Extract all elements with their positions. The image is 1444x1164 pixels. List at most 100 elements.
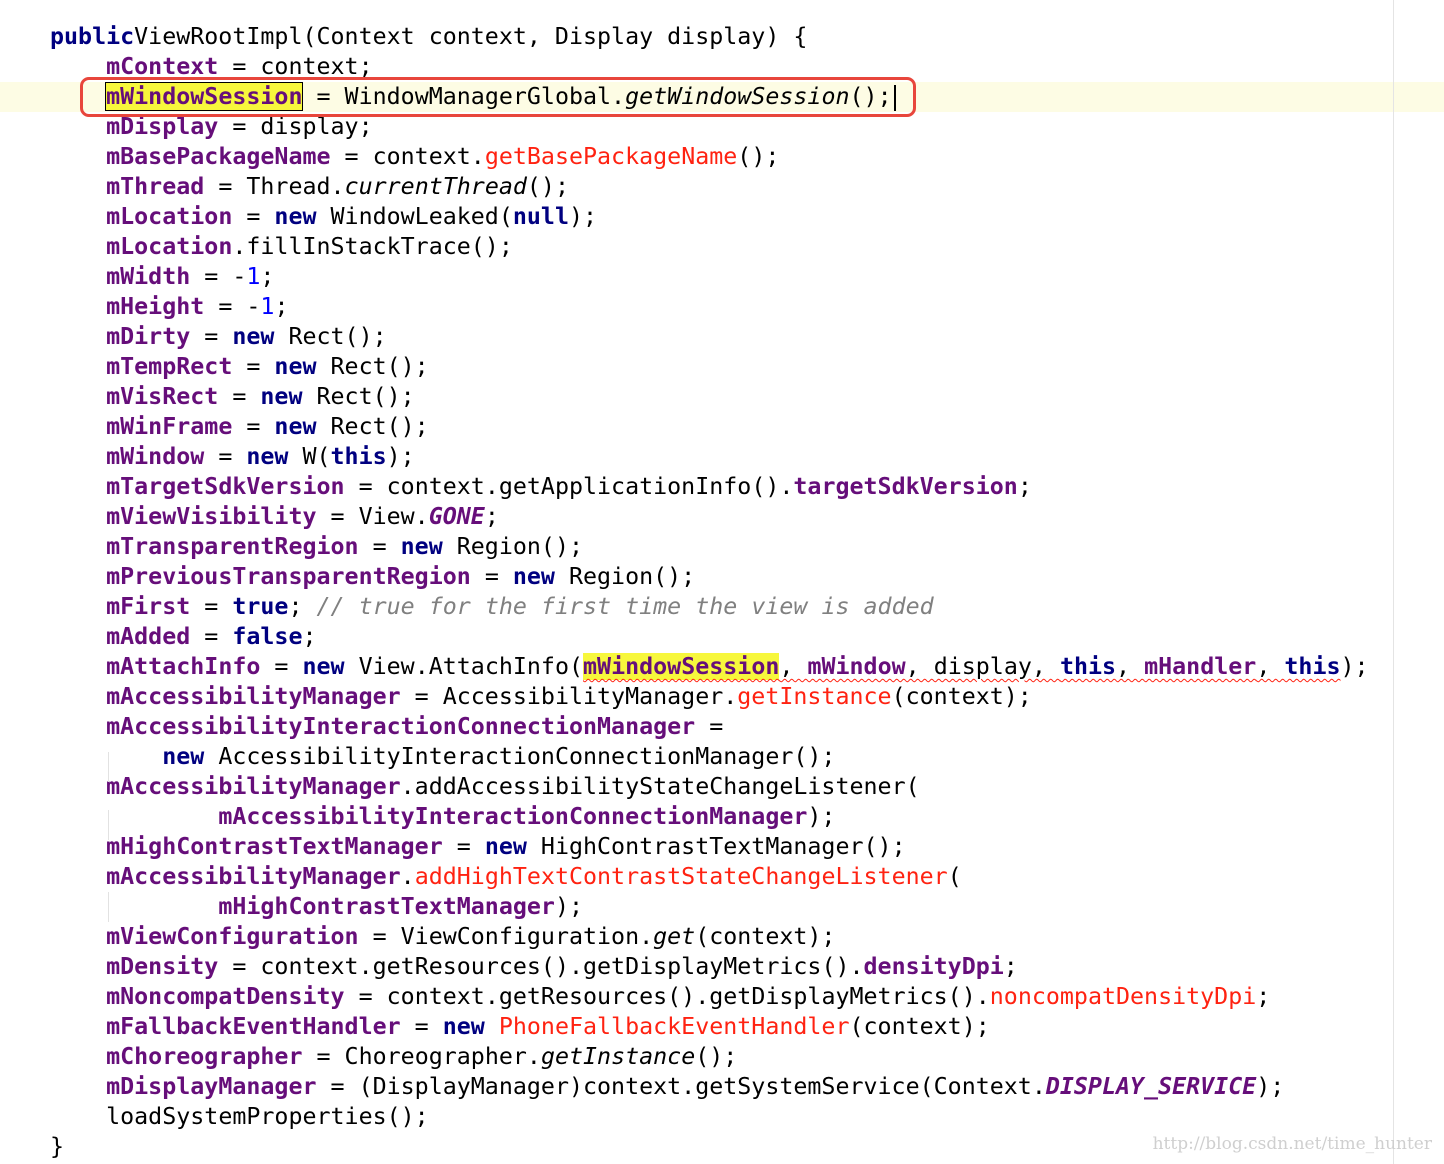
code-token: getBasePackageName — [484, 143, 738, 170]
code-token: Region(); — [554, 563, 696, 590]
code-token: mWindow — [106, 443, 205, 470]
code-token: mTempRect — [106, 353, 233, 380]
code-token: mBasePackageName — [106, 143, 331, 170]
code-line-text: mHeight = -1; — [50, 292, 288, 322]
code-line[interactable]: mViewConfiguration = ViewConfiguration.g… — [0, 922, 1444, 952]
code-line[interactable]: new AccessibilityInteractionConnectionMa… — [0, 742, 1444, 772]
code-line[interactable]: mVisRect = new Rect(); — [0, 382, 1444, 412]
code-line[interactable]: mTransparentRegion = new Region(); — [0, 532, 1444, 562]
code-line[interactable]: mWindow = new W(this); — [0, 442, 1444, 472]
code-token: mHighContrastTextManager — [106, 833, 443, 860]
code-token: get — [653, 923, 696, 950]
code-token: mAccessibilityInteractionConnectionManag… — [106, 713, 696, 740]
code-token: = Thread. — [204, 173, 345, 200]
code-line[interactable]: mDisplayManager = (DisplayManager)contex… — [0, 1072, 1444, 1102]
code-line[interactable]: mAccessibilityManager.addHighTextContras… — [0, 862, 1444, 892]
code-token: new — [512, 563, 555, 590]
code-token: getInstance — [737, 683, 892, 710]
code-line-text: mBasePackageName = context.getBasePackag… — [50, 142, 779, 172]
code-token: = — [190, 323, 233, 350]
code-token: = context.getResources().getDisplayMetri… — [218, 953, 864, 980]
code-token: = — [190, 623, 233, 650]
watermark: http://blog.csdn.net/time_hunter — [1152, 1134, 1432, 1154]
code-line[interactable]: mTargetSdkVersion = context.getApplicati… — [0, 472, 1444, 502]
code-line[interactable]: loadSystemProperties(); — [0, 1102, 1444, 1132]
code-line[interactable]: mHighContrastTextManager = new HighContr… — [0, 832, 1444, 862]
code-token: WindowLeaked( — [316, 203, 513, 230]
code-line[interactable]: mFirst = true; // true for the first tim… — [0, 592, 1444, 622]
code-token: = — [442, 833, 485, 860]
code-line[interactable]: mThread = Thread.currentThread(); — [0, 172, 1444, 202]
right-margin-guide — [1393, 0, 1394, 1164]
code-token: = — [232, 353, 275, 380]
code-line[interactable]: mNoncompatDensity = context.getResources… — [0, 982, 1444, 1012]
code-token: new — [274, 203, 317, 230]
code-line[interactable]: mHeight = -1; — [0, 292, 1444, 322]
code-line[interactable]: mAccessibilityManager = AccessibilityMan… — [0, 682, 1444, 712]
code-token: new — [274, 353, 317, 380]
code-token: new — [400, 533, 443, 560]
code-line[interactable]: mDirty = new Rect(); — [0, 322, 1444, 352]
code-token: this — [330, 443, 387, 470]
code-line[interactable]: mWinFrame = new Rect(); — [0, 412, 1444, 442]
code-line-text: mHighContrastTextManager = new HighContr… — [50, 832, 905, 862]
code-token: ; — [1256, 983, 1271, 1010]
code-token: = AccessibilityManager. — [400, 683, 738, 710]
code-line[interactable]: mChoreographer = Choreographer.getInstan… — [0, 1042, 1444, 1072]
code-token: new — [302, 653, 345, 680]
code-line[interactable]: mAccessibilityManager.addAccessibilitySt… — [0, 772, 1444, 802]
code-token: mDirty — [106, 323, 191, 350]
code-token: = — [204, 443, 247, 470]
code-line[interactable]: publicViewRootImpl(Context context, Disp… — [0, 22, 1444, 52]
code-line-text: mViewConfiguration = ViewConfiguration.g… — [50, 922, 835, 952]
code-line[interactable]: mTempRect = new Rect(); — [0, 352, 1444, 382]
code-token: } — [50, 1133, 65, 1160]
code-line[interactable]: mBasePackageName = context.getBasePackag… — [0, 142, 1444, 172]
code-line-text: } — [50, 1132, 64, 1162]
code-token: mTransparentRegion — [106, 533, 359, 560]
code-line-text: mTempRect = new Rect(); — [50, 352, 429, 382]
code-line[interactable]: mLocation.fillInStackTrace(); — [0, 232, 1444, 262]
code-token: new — [484, 833, 527, 860]
code-token: (); — [526, 173, 569, 200]
code-token: currentThread — [344, 173, 527, 200]
code-line[interactable]: mAttachInfo = new View.AttachInfo(mWindo… — [0, 652, 1444, 682]
code-token: = Choreographer. — [302, 1043, 541, 1070]
code-line[interactable]: mPreviousTransparentRegion = new Region(… — [0, 562, 1444, 592]
code-line[interactable]: mAdded = false; — [0, 622, 1444, 652]
code-line-text: mLocation = new WindowLeaked(null); — [50, 202, 597, 232]
code-line[interactable]: mViewVisibility = View.GONE; — [0, 502, 1444, 532]
code-token: getInstance — [540, 1043, 696, 1070]
code-line[interactable]: mAccessibilityInteractionConnectionManag… — [0, 802, 1444, 832]
code-line-text: mLocation.fillInStackTrace(); — [50, 232, 513, 262]
code-line[interactable]: mWidth = -1; — [0, 262, 1444, 292]
code-token: , display, — [905, 653, 1060, 680]
code-token: ); — [1256, 1073, 1285, 1100]
code-line[interactable]: mHighContrastTextManager); — [0, 892, 1444, 922]
code-editor[interactable]: publicViewRootImpl(Context context, Disp… — [0, 0, 1444, 1164]
code-line-text: mChoreographer = Choreographer.getInstan… — [50, 1042, 737, 1072]
code-line[interactable]: mFallbackEventHandler = new PhoneFallbac… — [0, 1012, 1444, 1042]
code-line-text: mDisplayManager = (DisplayManager)contex… — [50, 1072, 1284, 1102]
code-line-text: mWindow = new W(this); — [50, 442, 415, 472]
code-token: new — [274, 413, 317, 440]
indent-guide — [108, 892, 109, 922]
code-line[interactable]: mAccessibilityInteractionConnectionManag… — [0, 712, 1444, 742]
code-line[interactable]: mDensity = context.getResources().getDis… — [0, 952, 1444, 982]
code-line[interactable]: mLocation = new WindowLeaked(null); — [0, 202, 1444, 232]
code-line-text: mAccessibilityInteractionConnectionManag… — [50, 802, 835, 832]
code-token: ; — [302, 623, 317, 650]
